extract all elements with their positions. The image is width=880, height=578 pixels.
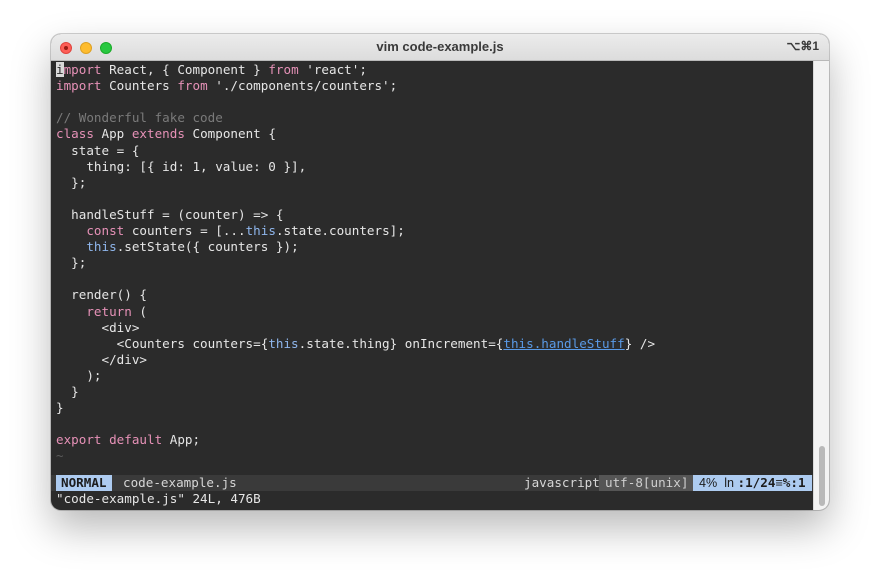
- code-keyword: import: [56, 78, 102, 94]
- code-text: Counters: [101, 78, 178, 94]
- code-text: <Counters counters={: [56, 335, 269, 351]
- code-line[interactable]: </div>: [56, 352, 147, 368]
- status-filetype: javascript: [524, 475, 600, 490]
- code-text: </div>: [56, 351, 147, 367]
- scrollbar-thumb[interactable]: [819, 446, 825, 506]
- code-text: };: [56, 255, 87, 271]
- code-line[interactable]: ~: [56, 448, 64, 464]
- code-text: App;: [162, 432, 201, 448]
- terminal-window: vim code-example.js ⌥⌘1 import React, { …: [51, 34, 829, 510]
- code-line[interactable]: export default App;: [56, 432, 200, 448]
- code-line[interactable]: state = {: [56, 143, 139, 159]
- code-line[interactable]: };: [56, 255, 86, 271]
- code-line[interactable]: const counters = [...this.state.counters…: [56, 223, 405, 239]
- code-line[interactable]: thing: [{ id: 1, value: 0 }],: [56, 159, 306, 175]
- code-text: }: [56, 384, 79, 399]
- status-position: 4% ln :1/24≡%:1: [693, 475, 812, 491]
- status-filename: code-example.js: [123, 475, 237, 490]
- code-line[interactable]: return (: [56, 304, 147, 320]
- code-text: .state.counters];: [275, 223, 405, 238]
- code-text: } />: [624, 335, 656, 351]
- status-encoding: utf-8[unix]: [599, 475, 695, 491]
- code-text: .state.thing} onIncrement={: [298, 335, 504, 351]
- code-line[interactable]: import React, { Component } from 'react'…: [56, 62, 367, 78]
- code-text: thing: [{ id: 1, value: 0 }],: [56, 158, 307, 174]
- code-line[interactable]: handleStuff = (counter) => {: [56, 207, 283, 223]
- window-shortcut: ⌥⌘1: [786, 39, 819, 53]
- code-this: this: [86, 239, 117, 255]
- code-line[interactable]: }: [56, 384, 79, 400]
- code-keyword: const: [86, 223, 125, 238]
- status-line-position: :1/24: [737, 475, 776, 490]
- code-text: }: [56, 400, 64, 416]
- code-line[interactable]: <Counters counters={this.state.thing} on…: [56, 336, 655, 352]
- code-keyword: from: [268, 62, 299, 77]
- code-string: './components/counters';: [207, 78, 398, 94]
- status-ln-label: ln: [724, 476, 735, 490]
- code-text: state = {: [56, 142, 140, 158]
- command-line[interactable]: "code-example.js" 24L, 476B: [56, 491, 261, 507]
- code-text: React, { Component }: [101, 62, 269, 77]
- code-text: <div>: [56, 319, 140, 335]
- code-this: this: [268, 335, 299, 351]
- code-line[interactable]: import Counters from './components/count…: [56, 78, 397, 94]
- mode-indicator: NORMAL: [56, 475, 112, 491]
- status-column: %:1: [782, 475, 806, 490]
- scrollbar[interactable]: [813, 61, 829, 510]
- column-icon: ≡: [775, 476, 783, 490]
- code-keyword: default: [109, 432, 163, 448]
- code-text: handleStuff = (counter) => {: [56, 206, 284, 222]
- code-text: counters = [...: [124, 223, 246, 238]
- code-text: (: [131, 303, 148, 319]
- code-text: App: [93, 126, 132, 142]
- code-text: render() {: [56, 287, 147, 303]
- code-editor[interactable]: import React, { Component } from 'react'…: [51, 61, 813, 473]
- title-bar[interactable]: vim code-example.js ⌥⌘1: [51, 34, 829, 61]
- window-title: vim code-example.js: [376, 39, 504, 54]
- code-text: Component {: [184, 126, 276, 142]
- code-line[interactable]: };: [56, 175, 86, 191]
- code-line[interactable]: <div>: [56, 320, 139, 336]
- vim-statusline: NORMAL code-example.js javascript utf-8[…: [51, 475, 813, 491]
- code-text: .setState({ counters });: [116, 239, 299, 255]
- code-line[interactable]: }: [56, 400, 64, 416]
- status-percent: 4%: [699, 476, 718, 490]
- text-cursor: i: [56, 62, 64, 77]
- code-keyword: extends: [131, 126, 185, 142]
- code-keyword: mport: [63, 62, 102, 77]
- code-text: };: [56, 174, 87, 190]
- empty-line-marker: ~: [56, 448, 64, 464]
- code-line[interactable]: this.setState({ counters });: [56, 239, 299, 255]
- code-line[interactable]: );: [56, 367, 102, 384]
- code-line[interactable]: // Wonderful fake code: [56, 110, 223, 126]
- code-keyword: return: [86, 303, 132, 319]
- code-this: this: [245, 223, 276, 238]
- code-line[interactable]: class App extends Component {: [56, 126, 276, 142]
- code-keyword: class: [56, 126, 94, 142]
- code-link: this.handleStuff: [503, 335, 625, 351]
- code-keyword: from: [177, 78, 208, 94]
- code-line[interactable]: render() {: [56, 287, 147, 303]
- code-keyword: export: [56, 432, 102, 448]
- code-string: 'react';: [298, 62, 367, 77]
- code-comment: // Wonderful fake code: [56, 110, 223, 126]
- code-text: );: [56, 367, 102, 383]
